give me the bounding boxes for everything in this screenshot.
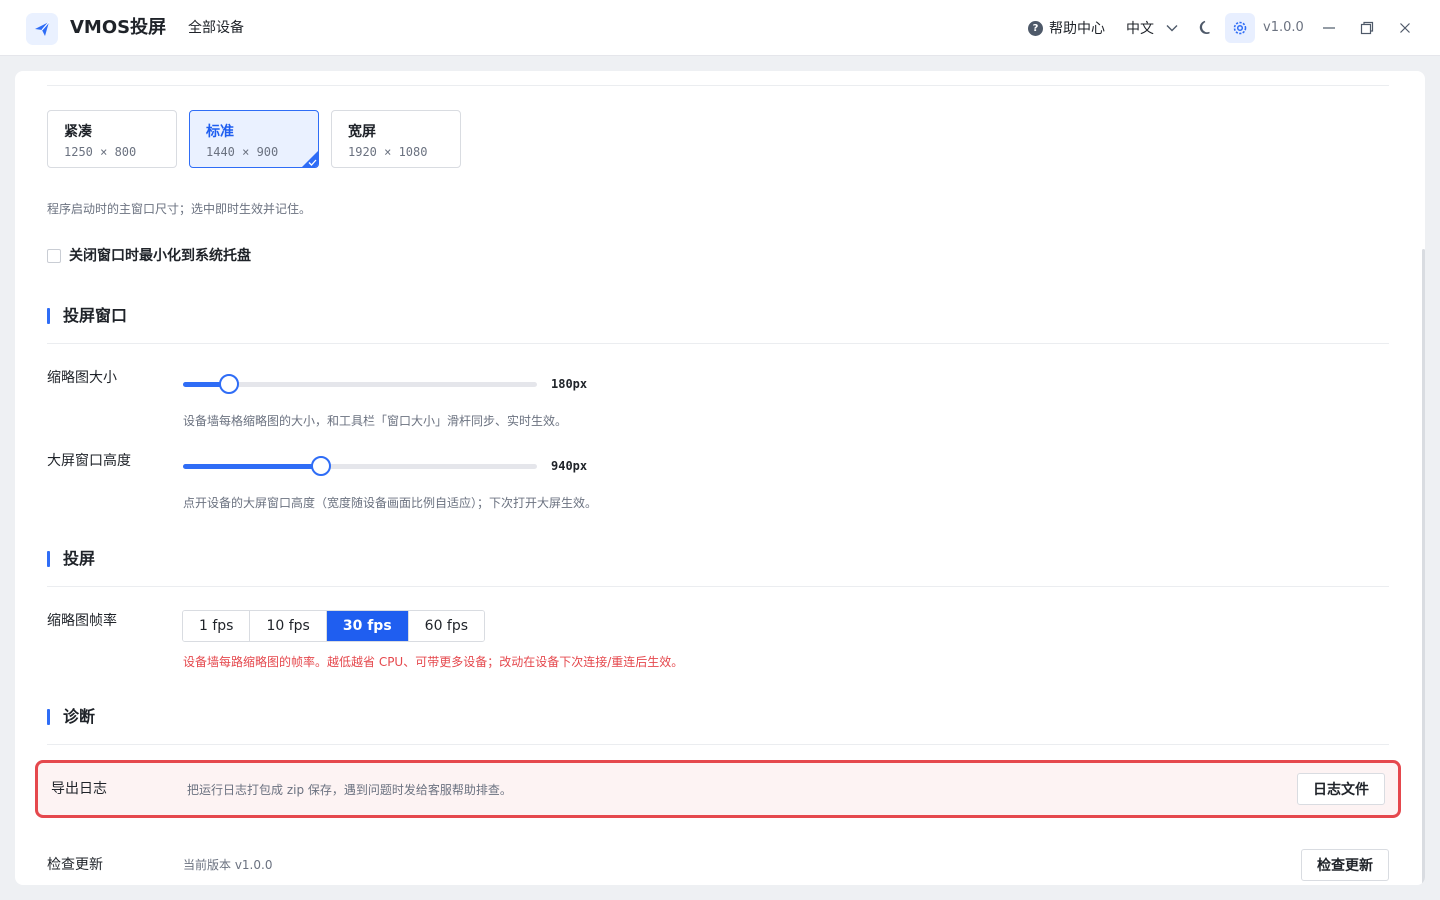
gear-icon <box>1233 21 1247 35</box>
paper-plane-icon <box>35 21 50 36</box>
slider-handle[interactable] <box>219 374 240 394</box>
restore-icon <box>1360 21 1374 35</box>
divider <box>47 586 1389 587</box>
slider-handle[interactable] <box>311 456 332 476</box>
thumbnail-size-hint: 设备墙每格缩略图的大小，和工具栏「窗口大小」滑杆同步、实时生效。 <box>183 414 568 428</box>
chevron-down-icon <box>1166 25 1178 32</box>
question-icon: ? <box>1028 20 1043 36</box>
check-update-label: 检查更新 <box>47 857 103 873</box>
divider <box>47 343 1389 344</box>
current-version-text: 当前版本 v1.0.0 <box>183 858 273 872</box>
export-log-row: 导出日志 把运行日志打包成 zip 保存，遇到问题时发给客服帮助排查。 日志文件 <box>35 760 1401 818</box>
check-update-button[interactable]: 检查更新 <box>1301 849 1389 881</box>
fps-option-60[interactable]: 60 fps <box>408 611 485 641</box>
fps-option-30[interactable]: 30 fps <box>326 611 409 641</box>
thumbnail-size-slider[interactable] <box>183 374 537 394</box>
minimize-to-tray-label: 关闭窗口时最小化到系统托盘 <box>69 248 251 264</box>
export-log-description: 把运行日志打包成 zip 保存，遇到问题时发给客服帮助排查。 <box>187 783 512 797</box>
minimize-icon <box>1323 27 1335 29</box>
slider-fill <box>183 464 322 469</box>
help-center-label: 帮助中心 <box>1049 21 1105 37</box>
check-icon <box>308 159 317 166</box>
language-label: 中文 <box>1126 21 1154 37</box>
thumbnail-fps-hint: 设备墙每路缩略图的帧率。越低越省 CPU、可带更多设备；改动在设备下次连接/重连… <box>183 655 684 669</box>
minimize-to-tray-option[interactable]: 关闭窗口时最小化到系统托盘 <box>47 246 251 266</box>
window-size-hint: 程序启动时的主窗口尺寸；选中即时生效并记住。 <box>47 202 312 216</box>
window-size-dimensions: 1920 × 1080 <box>348 145 428 159</box>
scrollbar[interactable] <box>1422 249 1425 885</box>
nav-all-devices[interactable]: 全部设备 <box>188 18 244 38</box>
window-size-wide[interactable]: 宽屏 1920 × 1080 <box>331 110 461 168</box>
section-title-cast: 投屏 <box>47 548 95 570</box>
thumbnail-fps-selector: 1 fps 10 fps 30 fps 60 fps <box>182 610 486 642</box>
help-center-link[interactable]: ? 帮助中心 <box>1028 17 1105 39</box>
close-icon <box>1400 23 1410 33</box>
thumbnail-size-label: 缩略图大小 <box>47 370 117 386</box>
window-size-title: 紧凑 <box>64 124 92 140</box>
language-select[interactable]: 中文 <box>1126 17 1178 39</box>
divider <box>47 744 1389 745</box>
close-button[interactable] <box>1394 17 1416 39</box>
big-window-height-hint: 点开设备的大屏窗口高度（宽度随设备画面比例自适应）；下次打开大屏生效。 <box>183 496 598 510</box>
big-window-height-label: 大屏窗口高度 <box>47 453 131 469</box>
app-name: VMOS投屏 <box>70 17 167 38</box>
app-logo <box>26 13 58 45</box>
settings-button[interactable] <box>1225 13 1255 43</box>
log-file-button[interactable]: 日志文件 <box>1297 773 1385 805</box>
window-size-standard[interactable]: 标准 1440 × 900 <box>189 110 319 168</box>
thumbnail-size-value: 180px <box>551 377 588 391</box>
window-size-title: 标准 <box>206 124 234 140</box>
big-window-height-value: 940px <box>551 459 588 473</box>
thumbnail-fps-label: 缩略图帧率 <box>47 613 117 629</box>
version-label: v1.0.0 <box>1263 20 1304 35</box>
divider <box>47 85 1389 86</box>
minimize-button[interactable] <box>1318 17 1340 39</box>
settings-panel: 紧凑 1250 × 800 标准 1440 × 900 宽屏 1920 × 10… <box>15 71 1425 885</box>
export-log-label: 导出日志 <box>51 781 107 797</box>
section-accent-bar <box>47 308 50 324</box>
fps-option-10[interactable]: 10 fps <box>250 611 327 641</box>
section-title-diagnostics: 诊断 <box>47 706 95 728</box>
window-size-compact[interactable]: 紧凑 1250 × 800 <box>47 110 177 168</box>
window-size-dimensions: 1250 × 800 <box>64 145 137 159</box>
section-accent-bar <box>47 709 50 725</box>
section-title-text: 投屏窗口 <box>63 306 128 325</box>
title-bar: VMOS投屏 全部设备 ? 帮助中心 中文 v1.0.0 <box>0 0 1440 56</box>
section-title-cast-window: 投屏窗口 <box>47 305 127 327</box>
moon-icon[interactable] <box>1196 18 1216 38</box>
big-window-height-slider[interactable] <box>183 456 537 476</box>
window-size-title: 宽屏 <box>348 124 376 140</box>
fps-option-1[interactable]: 1 fps <box>183 611 251 641</box>
section-title-text: 投屏 <box>63 549 96 568</box>
maximize-button[interactable] <box>1356 17 1378 39</box>
section-title-text: 诊断 <box>63 707 96 726</box>
minimize-to-tray-checkbox[interactable] <box>47 249 61 263</box>
section-accent-bar <box>47 551 50 567</box>
